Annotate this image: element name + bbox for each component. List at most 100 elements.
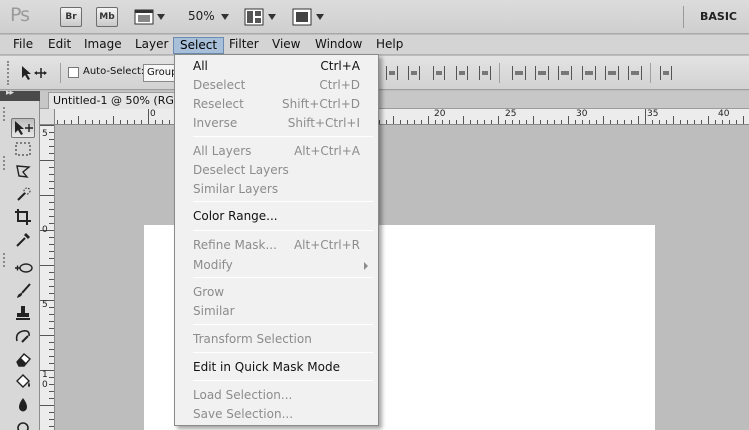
eyedropper-icon[interactable] [11,231,35,251]
menu-file[interactable]: File [7,37,39,54]
move-tool-icon [22,66,47,80]
distribute-right-icon[interactable] [628,66,642,80]
view-extras-button[interactable] [134,7,166,27]
auto-align-layers-icon[interactable] [660,66,672,80]
paint-bucket-icon[interactable] [11,373,35,393]
ruler-tick [49,286,54,287]
align-horizontal-center-icon[interactable] [479,66,491,80]
menu-select[interactable]: Select [173,37,225,54]
menu-separator [193,324,373,325]
align-left-icon[interactable] [456,66,468,80]
tool-group-grip[interactable] [3,156,7,170]
spot-healing-brush-icon[interactable] [11,259,35,279]
menu-item-grow[interactable]: Grow [175,283,378,302]
menu-image[interactable]: Image [78,37,128,54]
tool-preset-picker[interactable] [20,65,48,81]
menu-layer[interactable]: Layer [129,37,174,54]
vertical-ruler[interactable]: 5 0 5 1 0 [40,125,55,430]
menu-filter[interactable]: Filter [223,37,265,54]
menu-window[interactable]: Window [309,37,368,54]
tool-group-grip[interactable] [3,253,7,267]
ruler-tick [442,120,443,124]
ruler-tick [386,120,387,124]
divider [683,6,684,28]
ruler-tick [49,209,54,210]
ruler-tick [49,426,54,427]
menu-item-refine-mask[interactable]: Refine Mask... Alt+Ctrl+R [175,236,378,255]
arrange-documents-button[interactable] [244,7,276,27]
distribute-horizontal-center-icon[interactable] [605,66,619,80]
menu-item-load-selection[interactable]: Load Selection... [175,386,378,405]
ruler-tick [134,120,135,124]
auto-select-checkbox[interactable] [68,67,79,78]
dodge-icon[interactable] [11,419,35,430]
menu-separator [193,352,373,353]
align-vertical-center-icon[interactable] [408,66,420,80]
ruler-tick [49,279,54,280]
menu-item-label: Refine Mask... [193,238,277,252]
film-strip-icon [134,9,154,25]
brush-icon[interactable] [11,282,35,302]
menu-bar: File Edit Image Layer Select Filter View… [0,35,749,55]
crop-icon[interactable] [11,208,35,228]
ruler-tick [533,116,534,124]
ruler-tick [715,120,716,124]
ruler-label: 25 [505,109,517,119]
tools-panel-header[interactable]: ▸▸ [0,88,40,101]
distribute-left-icon[interactable] [582,66,596,80]
lasso-icon[interactable] [11,163,35,183]
menu-item-deselect-layers[interactable]: Deselect Layers [175,161,378,180]
zoom-level[interactable]: 50% [188,9,215,23]
align-bottom-icon[interactable] [433,66,445,80]
history-brush-icon[interactable] [11,327,35,347]
chevron-down-icon[interactable] [221,14,229,20]
distribute-top-icon[interactable] [512,66,526,80]
workspace-switcher[interactable]: BASIC [700,10,737,23]
distribute-bottom-icon[interactable] [558,66,572,80]
launch-bridge-button[interactable]: Br [60,7,82,27]
menu-separator [193,380,373,381]
menu-item-save-selection[interactable]: Save Selection... [175,405,378,424]
menu-view[interactable]: View [266,37,306,54]
menu-item-similar-layers[interactable]: Similar Layers [175,180,378,199]
menu-item-all-layers[interactable]: All Layers Alt+Ctrl+A [175,142,378,161]
ruler-tick [575,120,576,124]
ruler-tick [694,120,695,124]
divider [650,63,651,83]
ruler-tick [505,120,506,124]
menu-item-similar[interactable]: Similar [175,302,378,321]
collapse-panel-icon[interactable]: ▸▸ [6,88,14,98]
menu-item-transform-selection[interactable]: Transform Selection [175,330,378,349]
ruler-tick [631,120,632,124]
ruler-tick [49,202,54,203]
ruler-tick [540,120,541,124]
move-tool-icon[interactable] [11,118,35,138]
menu-item-deselect[interactable]: Deselect Ctrl+D [175,76,378,95]
menu-item-color-range[interactable]: Color Range... [175,207,378,226]
launch-mini-bridge-button[interactable]: Mb [96,7,118,27]
menu-item-all[interactable]: All Ctrl+A [175,57,378,76]
align-top-icon[interactable] [386,66,398,80]
quick-selection-icon[interactable] [11,185,35,205]
menu-item-modify[interactable]: Modify [175,256,378,275]
menu-item-shortcut: Ctrl+A [320,59,360,73]
menu-edit[interactable]: Edit [42,37,77,54]
ruler-tick [49,391,54,392]
eraser-icon[interactable] [11,350,35,370]
ruler-label: 5 [42,300,48,310]
screen-mode-button[interactable] [292,7,324,27]
screen-mode-icon [292,8,312,26]
ruler-tick [449,120,450,124]
rectangular-marquee-icon[interactable] [11,141,35,161]
clone-stamp-icon[interactable] [11,304,35,324]
tool-group-grip[interactable] [3,107,7,121]
options-bar-grip[interactable] [7,61,11,85]
menu-help[interactable]: Help [370,37,409,54]
distribute-vertical-center-icon[interactable] [535,66,549,80]
ruler-origin[interactable] [40,109,55,125]
horizontal-ruler[interactable]: 0510152025303540 [55,109,749,125]
menu-item-quick-mask-mode[interactable]: Edit in Quick Mask Mode [175,358,378,377]
menu-item-reselect[interactable]: Reselect Shift+Ctrl+D [175,95,378,114]
menu-item-inverse[interactable]: Inverse Shift+Ctrl+I [175,114,378,133]
blur-icon[interactable] [11,396,35,416]
